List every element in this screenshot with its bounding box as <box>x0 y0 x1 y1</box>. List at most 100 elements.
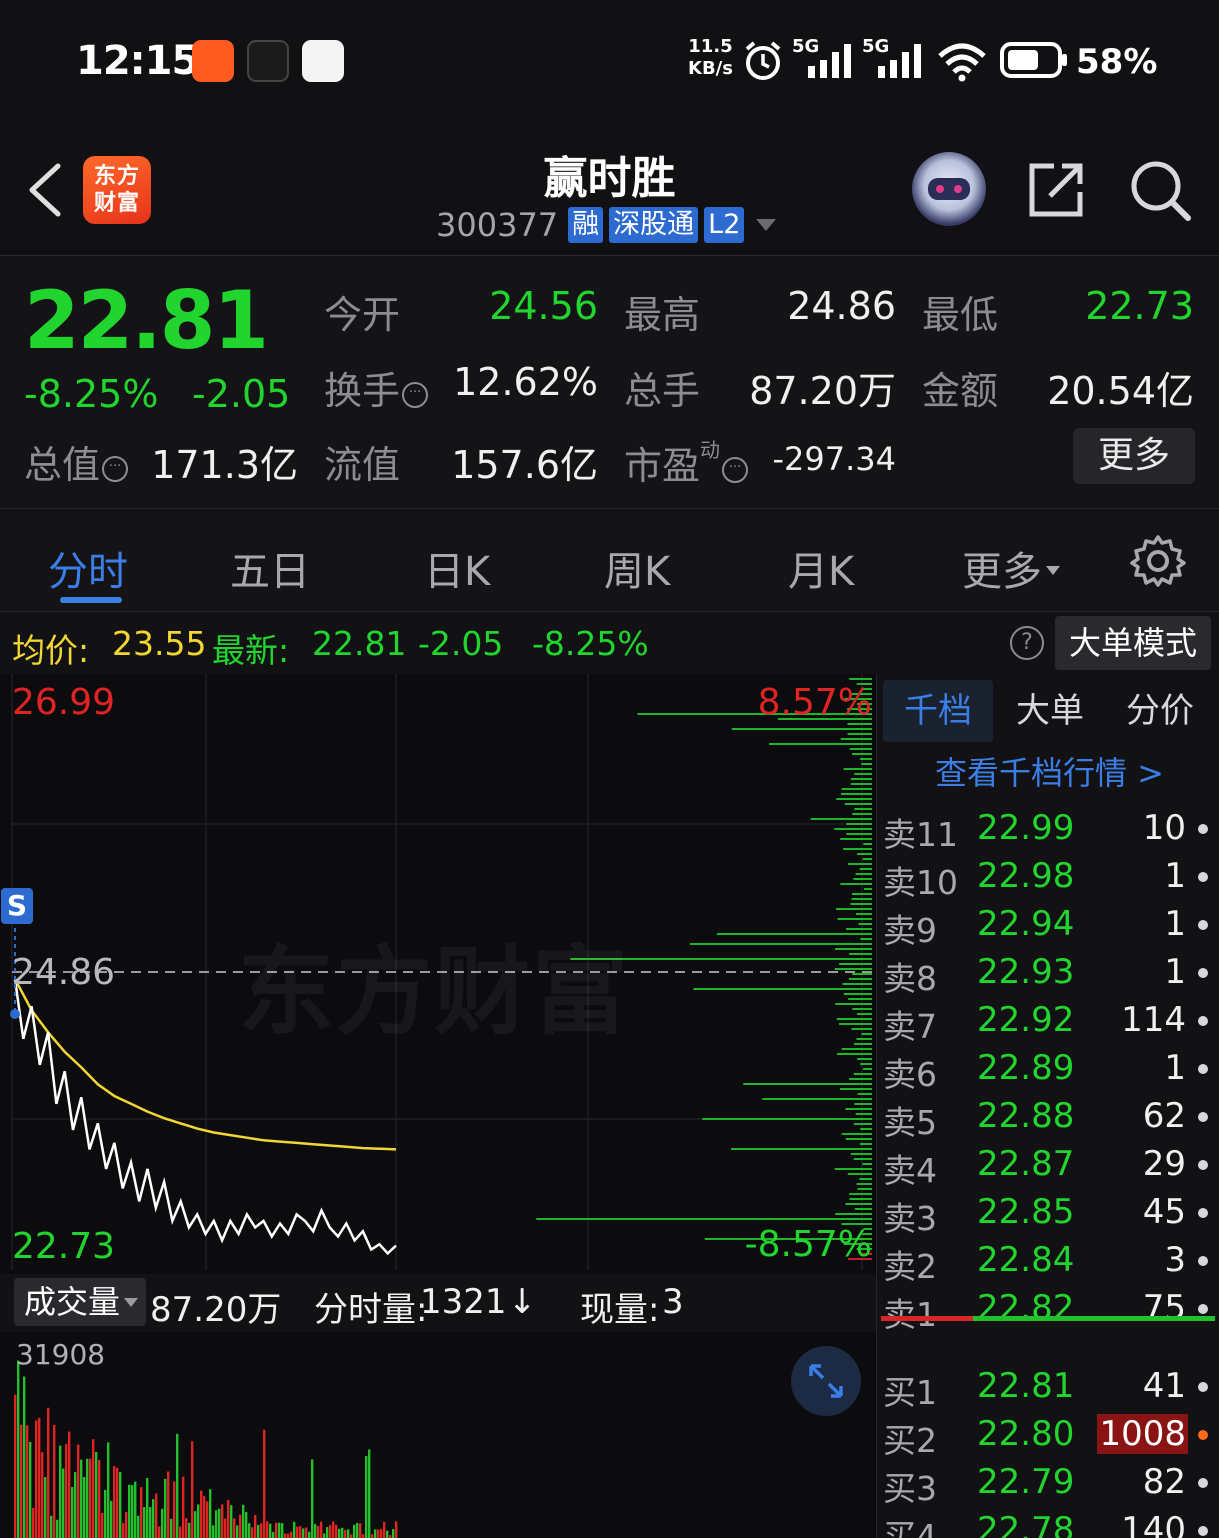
depth-bar <box>849 953 872 955</box>
depth-bar <box>863 888 872 890</box>
tab-price-distribution[interactable]: 分价 <box>1105 680 1215 742</box>
depth-bar <box>850 783 872 785</box>
bid-row[interactable]: 买3 22.79 82 <box>877 1460 1219 1508</box>
volume-chart[interactable]: 31908 <box>0 1332 876 1538</box>
total-value-label[interactable]: 总值 ··· <box>24 434 129 489</box>
volume-bar <box>140 1487 143 1538</box>
volume-bar <box>359 1523 362 1538</box>
ask-row[interactable]: 卖4 22.87 29 <box>877 1142 1219 1190</box>
volume-bar <box>374 1529 377 1538</box>
ask-row[interactable]: 卖7 22.92 114 <box>877 998 1219 1046</box>
help-icon[interactable]: ? <box>1010 626 1044 660</box>
total-volume: 87.20万 <box>150 1290 282 1330</box>
tab-big-orders[interactable]: 大单 <box>995 680 1105 742</box>
tab-more[interactable]: 更多 <box>962 539 1060 597</box>
depth-bar <box>843 993 872 995</box>
volume-bar <box>233 1518 236 1538</box>
ask-row[interactable]: 卖5 22.88 62 <box>877 1094 1219 1142</box>
order-dot-icon <box>1198 1160 1208 1170</box>
ask-row[interactable]: 卖8 22.93 1 <box>877 950 1219 998</box>
ask-row[interactable]: 卖2 22.84 3 <box>877 1238 1219 1286</box>
last-price: 22.81 <box>24 274 269 367</box>
ask-row[interactable]: 卖6 22.89 1 <box>877 1046 1219 1094</box>
bid-ask-ratio-bar <box>881 1316 1215 1321</box>
volume-bar <box>350 1534 353 1538</box>
ask-row[interactable]: 卖10 22.98 1 <box>877 854 1219 902</box>
depth-bar <box>840 883 872 885</box>
depth-bar <box>834 828 872 830</box>
stock-header: 东方 财富 赢时胜 300377 融 深股通 L2 <box>0 120 1219 256</box>
volume-bar <box>50 1515 53 1538</box>
volume-bar <box>377 1529 380 1538</box>
pe-label[interactable]: 市盈动··· <box>624 434 749 490</box>
s-marker[interactable]: S <box>1 888 33 924</box>
settings-gear-icon[interactable] <box>1130 533 1186 589</box>
volume-bar <box>179 1526 182 1538</box>
battery-percent: 58% <box>1076 42 1158 82</box>
share-icon[interactable] <box>1024 158 1088 222</box>
volume-bar <box>266 1521 269 1538</box>
order-dot-icon <box>1198 1208 1208 1218</box>
depth-bar <box>847 1173 872 1175</box>
depth-bar <box>852 973 872 975</box>
ai-assistant-icon[interactable] <box>912 152 986 226</box>
depth-bar <box>862 1163 872 1165</box>
depth-bar <box>852 1008 872 1010</box>
volume-bar <box>98 1459 101 1538</box>
clock: 12:15 <box>76 38 199 84</box>
depth-bar <box>854 808 872 810</box>
bid-row[interactable]: 买4 22.78 140 <box>877 1508 1219 1538</box>
open-label: 今开 <box>324 293 401 337</box>
depth-bar <box>853 1073 872 1075</box>
volume-bar <box>134 1481 137 1538</box>
watermark: 东方财富 <box>238 936 630 1048</box>
depth-bar <box>857 1013 872 1015</box>
expand-icon[interactable] <box>791 1346 861 1416</box>
volume-bar <box>257 1524 260 1538</box>
tab-five-day[interactable]: 五日 <box>230 539 310 597</box>
depth-bar <box>859 868 872 870</box>
volume-indicator-bar: 成交量 87.20万 分时量: 1321 ↓ 现量: 3 <box>0 1274 876 1332</box>
big-order-mode-button[interactable]: 大单模式 <box>1055 616 1211 670</box>
intraday-chart[interactable]: 东方财富 26.99 24.86 22.73 8.57% -8.57% S <box>0 674 876 1274</box>
badge-level2: L2 <box>704 207 745 243</box>
ask-row[interactable]: 卖11 22.99 10 <box>877 806 1219 854</box>
status-bar: 12:15 11.5 KB/s 5G 5G 58% <box>0 0 1219 120</box>
ask-row[interactable]: 卖9 22.94 1 <box>877 902 1219 950</box>
volume-bar <box>41 1452 44 1538</box>
intraday-info-bar: 均价: 23.55 最新: 22.81 -2.05 -8.25% ? 大单模式 <box>0 612 1219 674</box>
bid-row[interactable]: 买2 22.80 1008 <box>877 1412 1219 1460</box>
ask-row[interactable]: 卖3 22.85 45 <box>877 1190 1219 1238</box>
view-thousand-levels-link[interactable]: 查看千档行情 > <box>935 748 1164 794</box>
volume-bar <box>251 1527 254 1538</box>
y-bottom-label: 22.73 <box>12 1226 116 1267</box>
search-icon[interactable] <box>1128 158 1192 222</box>
ask-volume: 10 <box>1142 808 1186 848</box>
ask-level-label: 卖5 <box>883 1103 937 1142</box>
depth-bar <box>845 1203 872 1205</box>
volume-bar <box>314 1524 317 1538</box>
depth-bar <box>849 748 872 750</box>
ask-price: 22.87 <box>977 1144 1075 1184</box>
depth-bar <box>851 898 872 900</box>
tab-thousand-levels[interactable]: 千档 <box>883 680 993 742</box>
ask-price: 22.89 <box>977 1048 1075 1088</box>
chevron-down-icon[interactable] <box>756 219 777 231</box>
volume-bar <box>176 1433 179 1538</box>
depth-bar <box>862 858 872 860</box>
ask-row[interactable]: 卖1 22.82 75 <box>877 1286 1219 1334</box>
tab-weekly-k[interactable]: 周K <box>604 539 670 597</box>
tab-monthly-k[interactable]: 月K <box>788 539 854 597</box>
tab-daily-k[interactable]: 日K <box>424 539 490 597</box>
ask-volume: 1 <box>1164 856 1186 896</box>
depth-bar <box>850 778 872 780</box>
turnover-label[interactable]: 换手 ··· <box>324 360 429 415</box>
bid-level-label: 买1 <box>883 1373 937 1412</box>
indicator-selector[interactable]: 成交量 <box>14 1278 146 1326</box>
signal-icon-1 <box>808 44 851 78</box>
stock-code-row[interactable]: 300377 融 深股通 L2 <box>436 206 777 244</box>
depth-bar <box>844 803 872 805</box>
tab-intraday[interactable]: 分时 <box>48 539 128 597</box>
more-quote-button[interactable]: 更多 <box>1073 428 1195 484</box>
bid-row[interactable]: 买1 22.81 41 <box>877 1364 1219 1412</box>
